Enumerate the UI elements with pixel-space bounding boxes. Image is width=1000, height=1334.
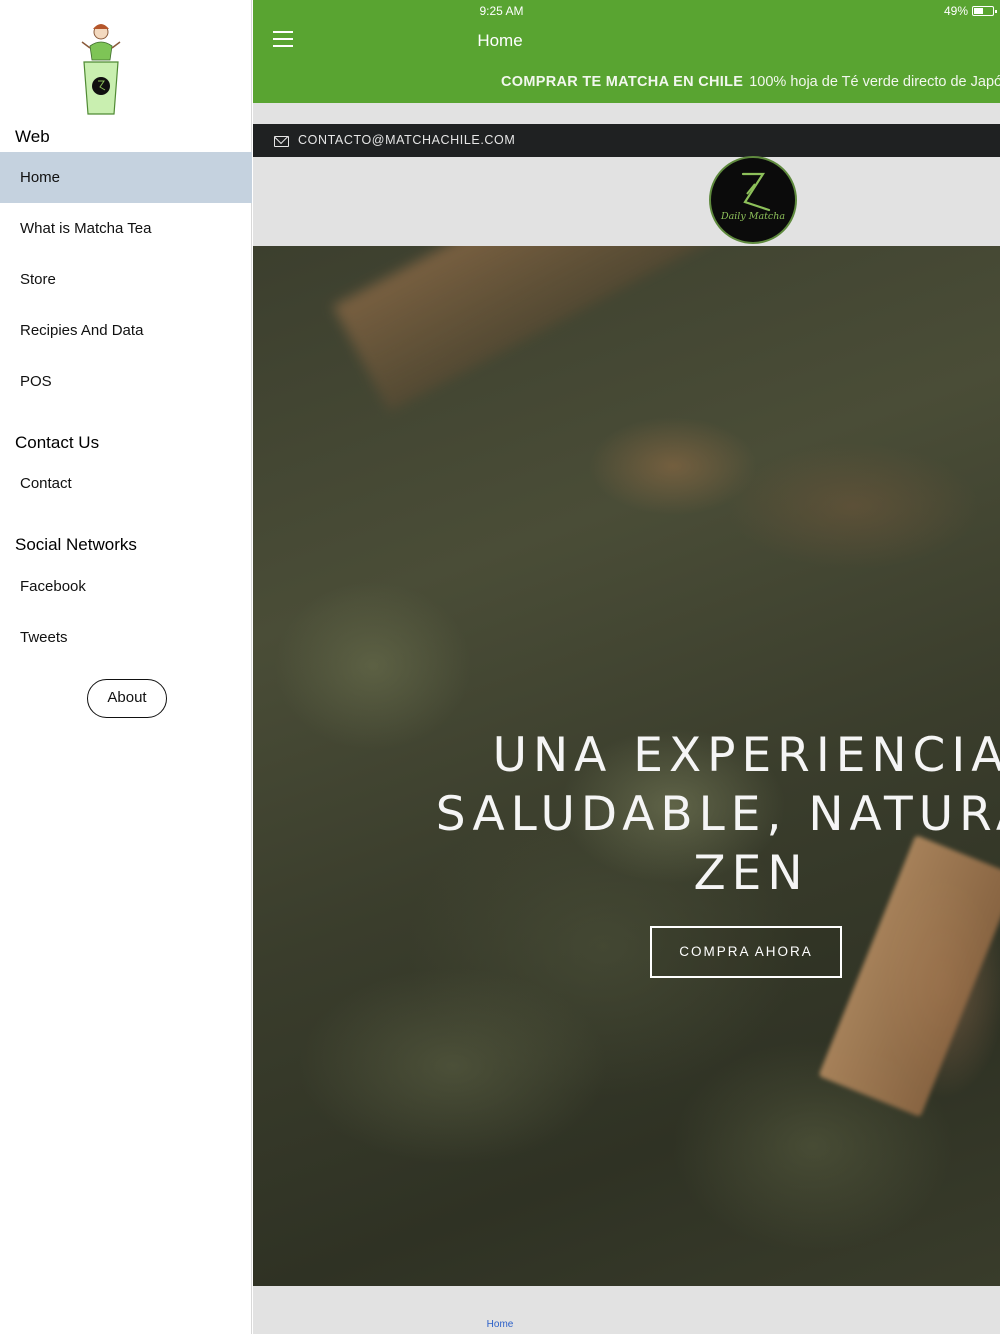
hero-background-wood	[333, 246, 884, 412]
hero-headline-line-1: UNA EXPERIENCIA	[492, 728, 1000, 783]
about-button[interactable]: About	[87, 679, 167, 718]
hero-headline-line-2: SALUDABLE, NATURAL	[435, 787, 1000, 842]
sidebar: Web Home What is Matcha Tea Store Recipi…	[0, 0, 252, 1334]
brand-logo-mark-icon	[741, 172, 771, 212]
brand-logo[interactable]: Daily Matcha	[709, 156, 797, 244]
buy-now-button[interactable]: COMPRA AHORA	[650, 926, 842, 978]
main-content: 9:25 AM 49% Home COMPRAR TE MATCHA EN CH…	[253, 0, 1000, 1334]
battery-percent: 49%	[943, 4, 968, 18]
sidebar-item-contact[interactable]: Contact	[0, 458, 252, 509]
ticker-text: 100% hoja de Té verde directo de Japón	[749, 74, 1000, 90]
hero-headline: UNA EXPERIENCIA SALUDABLE, NATURAL ZEN	[253, 726, 1000, 903]
contact-strip: CONTACTO@MATCHACHILE.COM	[253, 124, 1000, 157]
section-title-contact-us: Contact Us	[15, 433, 100, 452]
battery-icon	[972, 6, 997, 16]
app-logo-icon	[81, 24, 121, 115]
top-bar: 9:25 AM 49% Home COMPRAR TE MATCHA EN CH…	[253, 0, 1000, 103]
ticker-bold-text: COMPRAR TE MATCHA EN CHILE	[501, 74, 744, 90]
sidebar-item-recipies-and-data[interactable]: Recipies And Data	[0, 305, 252, 356]
mail-icon	[274, 136, 289, 147]
contact-email-link[interactable]: CONTACTO@MATCHACHILE.COM	[298, 133, 515, 147]
footer-home-link[interactable]: Home	[253, 1319, 1000, 1330]
sidebar-item-pos[interactable]: POS	[0, 356, 252, 407]
announcement-ticker: COMPRAR TE MATCHA EN CHILE 100% hoja de T…	[501, 74, 1000, 90]
brand-logo-text: Daily Matcha	[720, 211, 786, 222]
hero-banner: UNA EXPERIENCIA SALUDABLE, NATURAL ZEN C…	[253, 246, 1000, 1286]
sidebar-item-store[interactable]: Store	[0, 254, 252, 305]
hero-headline-line-3: ZEN	[693, 846, 809, 901]
sidebar-item-home[interactable]: Home	[0, 152, 252, 203]
sidebar-item-what-is-matcha-tea[interactable]: What is Matcha Tea	[0, 203, 252, 254]
sidebar-item-tweets[interactable]: Tweets	[0, 612, 252, 663]
status-battery: 49%	[943, 4, 997, 18]
section-title-social-networks: Social Networks	[15, 535, 137, 554]
section-title-web: Web	[15, 127, 50, 146]
page-title: Home	[477, 31, 523, 50]
status-time: 9:25 AM	[479, 4, 524, 18]
sidebar-item-facebook[interactable]: Facebook	[0, 561, 252, 612]
